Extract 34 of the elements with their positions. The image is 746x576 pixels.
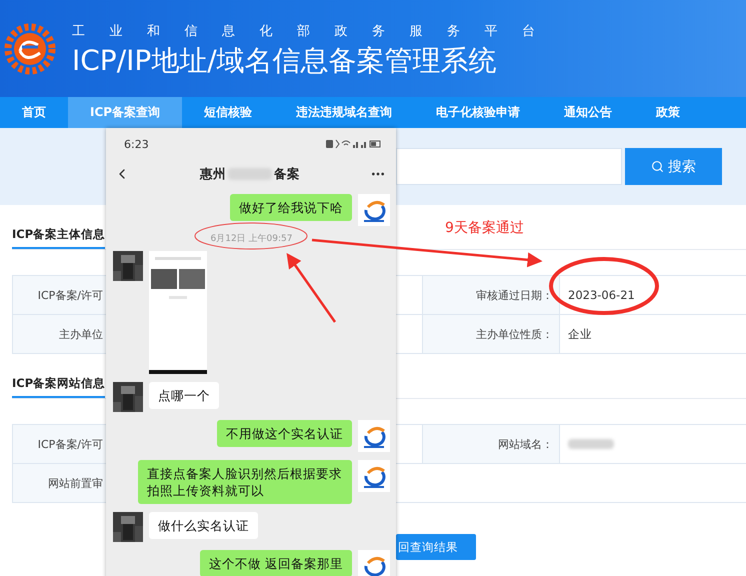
nav-tab[interactable]: 通知公告 xyxy=(542,97,634,128)
nav-tab[interactable]: 违法违规域名查询 xyxy=(274,97,414,128)
field-label: 审核通过日期： xyxy=(422,276,560,314)
message-bubble: 不用做这个实名认证 xyxy=(217,420,352,447)
message-bubble: 做好了给我说下哈 xyxy=(230,194,352,221)
chat-title: 备案 xyxy=(274,166,300,182)
status-bar-icon xyxy=(326,139,382,149)
nav-tab[interactable]: 电子化核验申请 xyxy=(414,97,542,128)
field-value: 2023-06-21 xyxy=(568,288,635,302)
nav-tab[interactable]: 短信核验 xyxy=(182,97,274,128)
message-bubble: 这个不做 返回备案那里 xyxy=(200,550,352,576)
message-bubble: 直接点备案人脸识别然后根据要求拍照上传资料就可以 xyxy=(138,460,352,504)
field-value: 企业 xyxy=(568,326,592,342)
message-bubble: 做什么实名认证 xyxy=(149,512,258,539)
field-label: 主办单位性质： xyxy=(422,315,560,353)
nav-tab[interactable]: 首页 xyxy=(0,97,68,128)
nav-tab[interactable]: ICP备案查询 xyxy=(68,97,182,128)
return-button[interactable]: 回查询结果 xyxy=(396,534,476,560)
annotation-text: 9天备案通过 xyxy=(445,219,524,237)
system-title: ICP/IP地址/域名信息备案管理系统 xyxy=(72,42,498,78)
message-bubble: 点哪一个 xyxy=(149,382,219,409)
nav-tab[interactable]: 政策 xyxy=(634,97,702,128)
search-icon xyxy=(651,160,664,173)
status-time: 6:23 xyxy=(124,138,149,150)
logo-icon xyxy=(358,194,390,226)
search-field[interactable] xyxy=(396,148,622,185)
search-button[interactable]: 搜索 xyxy=(625,148,722,185)
message-time: 6月12日 上午09:57 xyxy=(210,232,292,245)
platform-subtitle: 工业和信息化部政务服务平台 xyxy=(72,22,560,40)
logo-icon xyxy=(358,420,390,452)
logo-icon xyxy=(358,550,390,576)
field-label: 网站域名： xyxy=(422,425,560,463)
logo-icon xyxy=(358,460,390,492)
chat-title: 惠州 xyxy=(200,166,226,182)
